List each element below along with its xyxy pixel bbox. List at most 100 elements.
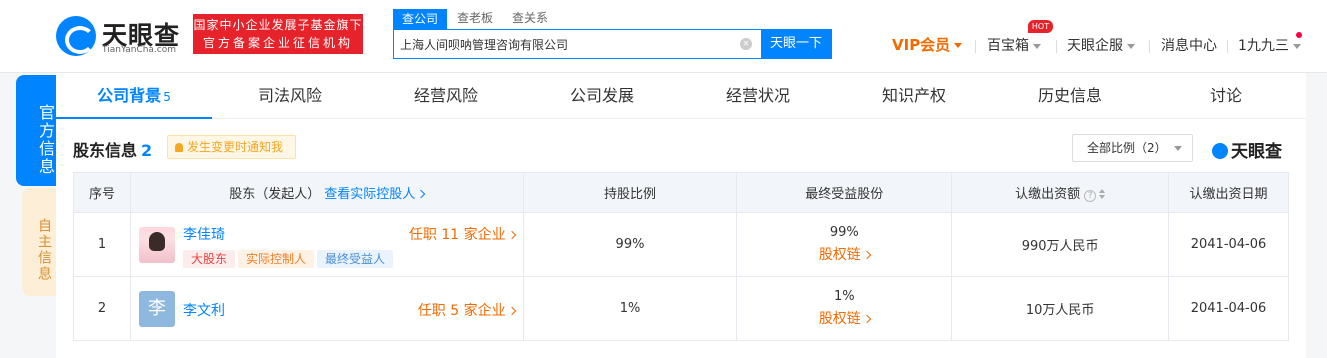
- shareholder-cell: 李 李文利 任职 5 家企业: [129, 276, 524, 341]
- search-tab-company[interactable]: 查公司: [393, 9, 447, 30]
- equity-chain-link[interactable]: 股权链: [737, 244, 951, 264]
- divider: [1227, 40, 1228, 53]
- chevron-right-icon: [507, 230, 516, 240]
- ratio-select-value: 全部比例（2）: [1087, 141, 1167, 155]
- notify-label: 发生变更时通知我: [187, 140, 284, 154]
- tag-list: 大股东 实际控制人 最终受益人: [182, 250, 396, 268]
- category-tabs: 公司背景 5 司法风险 经营风险 公司发展 经营状况 知识产权 历史信息 讨论: [56, 73, 1306, 119]
- search-button[interactable]: 天眼一下: [761, 30, 831, 58]
- badge-line-1: 国家中小企业发展子基金旗下: [193, 18, 363, 32]
- tab-legal-risk[interactable]: 司法风险: [212, 73, 368, 119]
- logo-subtitle: TianYanCha.com: [102, 45, 177, 55]
- treasure-menu[interactable]: 百宝箱: [987, 35, 1041, 55]
- ratio-cell: 99%: [522, 212, 738, 277]
- brand-watermark: 天眼查: [1212, 137, 1282, 162]
- top-bar: 天眼查 TianYanCha.com 国家中小企业发展子基金旗下 官方备案企业征…: [0, 0, 1327, 73]
- tab-operations[interactable]: 经营状况: [680, 73, 836, 119]
- messages-link[interactable]: 消息中心: [1161, 35, 1217, 55]
- section-title-text: 股东信息: [73, 141, 138, 160]
- job-count-link[interactable]: 任职 11 家企业: [408, 224, 516, 244]
- shareholder-cell: 李佳琦 任职 11 家企业 大股东 实际控制人 最终受益人: [129, 212, 524, 277]
- tab-ip[interactable]: 知识产权: [836, 73, 992, 119]
- tab-development[interactable]: 公司发展: [524, 73, 680, 119]
- job-count-link[interactable]: 任职 5 家企业: [417, 300, 516, 320]
- section-title: 股东信息 2: [73, 137, 152, 161]
- view-controller-link[interactable]: 查看实际控股人: [324, 187, 426, 202]
- enterprise-menu[interactable]: 天眼企服: [1067, 35, 1135, 55]
- table-row: 2 李 李文利 任职 5 家企业 1% 1% 股权链 10万人民币 2041-0…: [73, 276, 1289, 341]
- benefit-cell: 1% 股权链: [736, 276, 953, 341]
- divider: [975, 40, 976, 53]
- header-index: 序号: [73, 172, 131, 213]
- ratio-cell: 1%: [522, 276, 738, 341]
- section-count: 2: [141, 141, 153, 160]
- tag-beneficiary: 最终受益人: [316, 250, 393, 268]
- notification-dot: [1296, 32, 1302, 38]
- bell-icon: [175, 143, 183, 152]
- chevron-down-icon: [1033, 43, 1041, 49]
- main-panel: 公司背景 5 司法风险 经营风险 公司发展 经营状况 知识产权 历史信息 讨论 股…: [56, 73, 1306, 358]
- equity-chain-link[interactable]: 股权链: [737, 308, 951, 328]
- job-count-label: 任职 5 家企业: [417, 303, 506, 319]
- tag-major-shareholder: 大股东: [182, 250, 235, 268]
- header-ratio: 持股比例: [522, 172, 738, 213]
- shareholder-name[interactable]: 李佳琦: [183, 224, 225, 244]
- divider: [1056, 40, 1057, 53]
- chevron-right-icon: [862, 314, 872, 324]
- hot-badge: HOT: [1028, 20, 1053, 33]
- chevron-down-icon: [1127, 43, 1135, 49]
- enterprise-label: 天眼企服: [1067, 38, 1123, 54]
- chevron-right-icon: [862, 250, 872, 260]
- header-date: 认缴出资日期: [1168, 172, 1289, 213]
- divider: [1149, 40, 1150, 53]
- tab-discussion[interactable]: 讨论: [1148, 73, 1304, 119]
- benefit-value: 99%: [829, 225, 859, 240]
- header-shareholder: 股东（发起人） 查看实际控股人: [129, 172, 524, 213]
- treasure-label: 百宝箱: [987, 38, 1029, 54]
- view-controller-label: 查看实际控股人: [324, 187, 416, 202]
- header-capital-label: 认缴出资额: [1015, 187, 1081, 202]
- benefit-value: 1%: [834, 289, 855, 304]
- help-icon[interactable]: ?: [1084, 190, 1097, 202]
- chevron-right-icon: [507, 306, 516, 316]
- date-cell: 2041-04-06: [1168, 276, 1289, 341]
- equity-chain-label: 股权链: [818, 247, 861, 263]
- shareholder-name[interactable]: 李文利: [183, 300, 225, 320]
- avatar[interactable]: 李: [138, 291, 175, 327]
- vip-menu[interactable]: VIP会员: [892, 34, 963, 55]
- chevron-right-icon: [417, 189, 426, 199]
- chevron-down-icon: [954, 43, 963, 48]
- vip-label: VIP会员: [892, 36, 951, 54]
- tab-history[interactable]: 历史信息: [992, 73, 1148, 119]
- side-tab-self[interactable]: 自主信息: [22, 188, 56, 296]
- search-tab-boss[interactable]: 查老板: [457, 9, 493, 26]
- row-index: 1: [73, 212, 131, 277]
- sort-icon[interactable]: [1099, 189, 1106, 199]
- tab-company-background[interactable]: 公司背景 5: [56, 73, 212, 119]
- search-tab-relation[interactable]: 查关系: [512, 9, 548, 26]
- date-cell: 2041-04-06: [1168, 212, 1289, 277]
- official-badge: 国家中小企业发展子基金旗下 官方备案企业征信机构: [193, 14, 363, 54]
- side-tab-official[interactable]: 官方信息: [16, 75, 56, 186]
- ratio-select[interactable]: 全部比例（2）: [1072, 134, 1193, 162]
- user-name: 1九九三: [1238, 38, 1289, 54]
- badge-line-2: 官方备案企业征信机构: [202, 36, 353, 50]
- search-box: × 天眼一下: [393, 29, 832, 59]
- logo-icon: [56, 16, 96, 56]
- user-menu[interactable]: 1九九三: [1238, 35, 1301, 55]
- logo[interactable]: 天眼查 TianYanCha.com: [56, 16, 184, 56]
- job-count-label: 任职 11 家企业: [408, 227, 506, 243]
- logo-icon: [1212, 143, 1228, 159]
- row-index: 2: [73, 276, 131, 341]
- change-notify-button[interactable]: 发生变更时通知我: [167, 135, 296, 159]
- tab-count: 5: [163, 90, 171, 104]
- tab-business-risk[interactable]: 经营风险: [368, 73, 524, 119]
- search-input[interactable]: [400, 30, 730, 58]
- avatar[interactable]: [138, 227, 175, 263]
- clear-icon[interactable]: ×: [740, 38, 752, 50]
- header-capital[interactable]: 认缴出资额?: [951, 172, 1170, 213]
- benefit-cell: 99% 股权链: [736, 212, 953, 277]
- brand-text: 天眼查: [1231, 142, 1282, 162]
- chevron-down-icon: [1174, 146, 1182, 151]
- tag-actual-controller: 实际控制人: [237, 250, 314, 268]
